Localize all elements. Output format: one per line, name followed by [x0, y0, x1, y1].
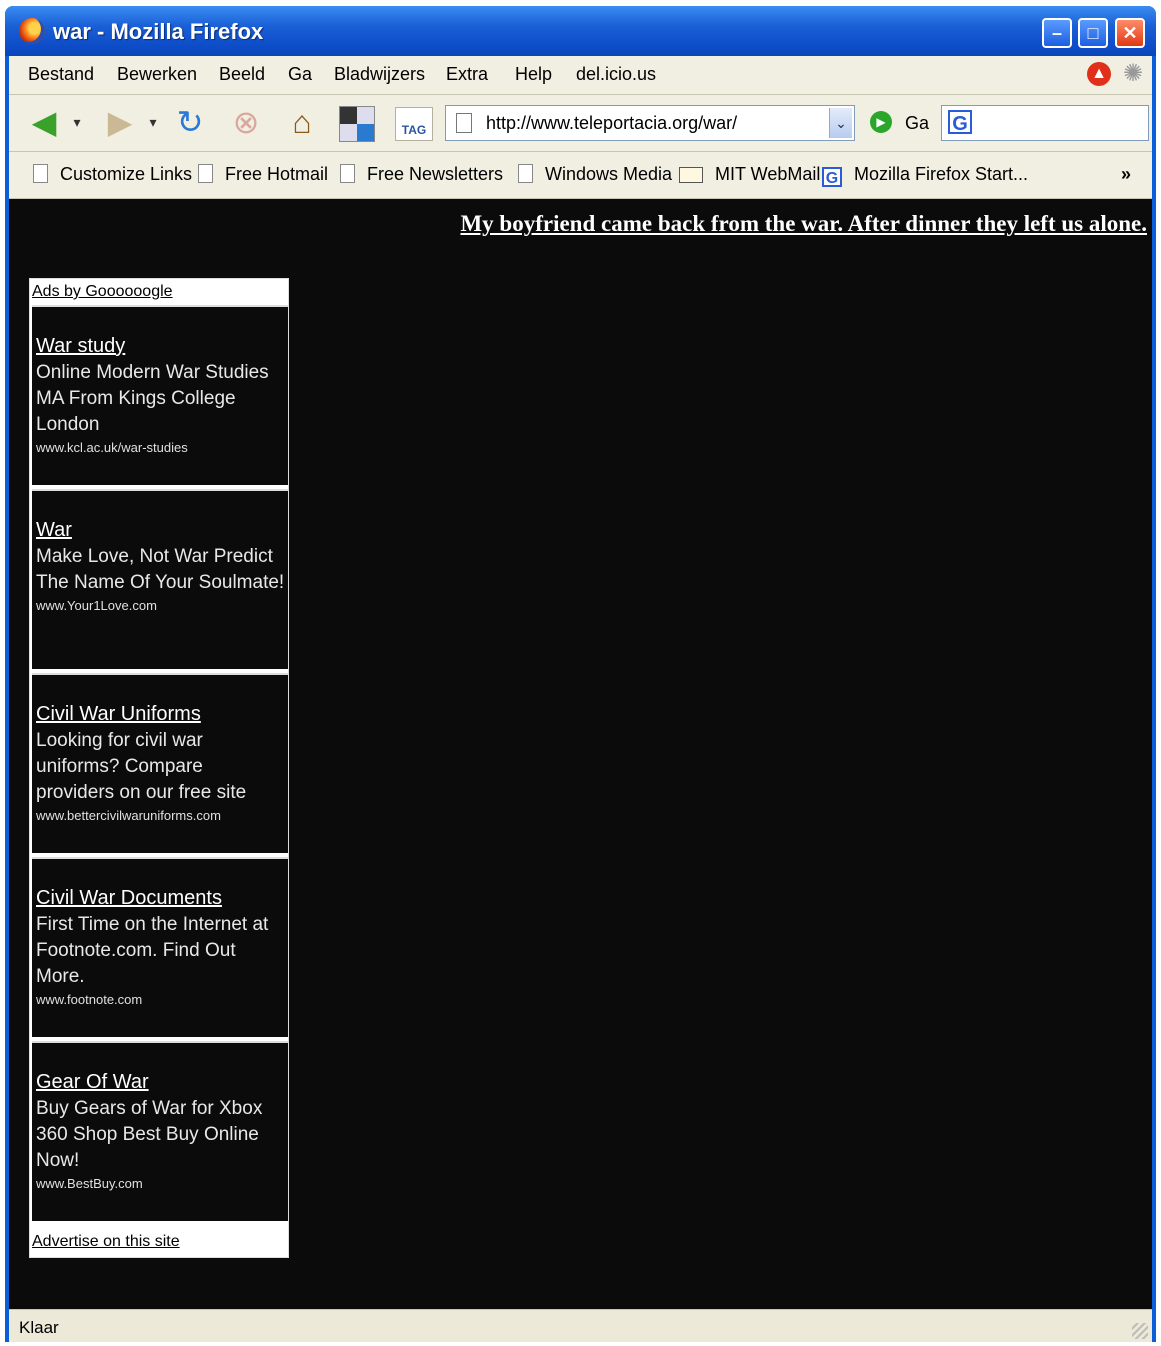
link-mit-webmail[interactable]: MIT WebMail — [679, 164, 820, 185]
link-free-hotmail[interactable]: Free Hotmail — [198, 164, 328, 185]
menu-bestand[interactable]: Bestand — [28, 64, 94, 85]
headline-link[interactable]: My boyfriend came back from the war. Aft… — [377, 211, 1147, 237]
back-dropdown-icon[interactable]: ▾ — [69, 103, 85, 141]
ad-title-link[interactable]: Civil War Uniforms — [36, 703, 286, 726]
page-icon — [340, 164, 355, 183]
menu-ga[interactable]: Ga — [288, 64, 312, 85]
menu-extra[interactable]: Extra — [446, 64, 488, 85]
status-bar: Klaar — [9, 1309, 1152, 1342]
forward-arrow-icon[interactable]: ▶ — [101, 103, 139, 141]
menu-bladwijzers[interactable]: Bladwijzers — [334, 64, 425, 85]
link-label: Customize Links — [60, 164, 193, 184]
home-icon[interactable]: ⌂ — [283, 103, 321, 141]
page-icon — [456, 113, 472, 133]
stop-icon[interactable]: ⊗ — [227, 103, 265, 141]
menu-bewerken[interactable]: Bewerken — [117, 64, 197, 85]
menu-delicious[interactable]: del.icio.us — [576, 64, 656, 85]
ad-item: Civil War Documents First Time on the In… — [32, 857, 288, 1037]
throbber-icon: ✺ — [1122, 60, 1144, 87]
minimize-button[interactable]: – — [1042, 18, 1072, 48]
firefox-logo-icon — [19, 18, 45, 44]
link-free-newsletters[interactable]: Free Newsletters — [340, 164, 503, 185]
ad-title-link[interactable]: War study — [36, 335, 286, 358]
ad-item: War study Online Modern War Studies MA F… — [32, 305, 288, 485]
ad-url[interactable]: www.BestBuy.com — [36, 1176, 286, 1191]
link-label: Free Hotmail — [225, 164, 329, 184]
url-text[interactable]: http://www.teleportacia.org/war/ — [486, 113, 737, 134]
ad-title-link[interactable]: Gear Of War — [36, 1071, 286, 1094]
menu-beeld[interactable]: Beeld — [219, 64, 265, 85]
google-icon: G — [822, 167, 842, 187]
ad-panel: Ads by Goooooogle War study Online Moder… — [29, 278, 289, 1258]
browser-window: war - Mozilla Firefox – □ ✕ Bestand Bewe… — [5, 6, 1156, 1342]
close-button[interactable]: ✕ — [1115, 18, 1145, 48]
status-text: Klaar — [19, 1318, 59, 1337]
ad-body: Make Love, Not War Predict The Name Of Y… — [36, 546, 285, 593]
ad-item: Gear Of War Buy Gears of War for Xbox 36… — [32, 1041, 288, 1221]
ad-body: Online Modern War Studies MA From Kings … — [36, 362, 269, 435]
links-overflow-chevron[interactable]: » — [1121, 164, 1131, 185]
ad-title-link[interactable]: Civil War Documents — [36, 887, 286, 910]
link-label: Windows Media — [545, 164, 673, 184]
url-dropdown-icon[interactable]: ⌄ — [829, 108, 852, 138]
ads-by-link[interactable]: Ads by Goooooogle — [32, 283, 173, 301]
mail-icon — [679, 167, 703, 183]
go-button[interactable]: Ga — [905, 113, 929, 134]
menu-bar: Bestand Bewerken Beeld Ga Bladwijzers Ex… — [9, 56, 1152, 95]
ad-body: Buy Gears of War for Xbox 360 Shop Best … — [36, 1098, 263, 1171]
alert-icon[interactable]: ▲ — [1087, 62, 1111, 86]
reload-icon[interactable]: ↻ — [171, 103, 209, 141]
menu-help[interactable]: Help — [515, 64, 552, 85]
browser-client: Bestand Bewerken Beeld Ga Bladwijzers Ex… — [9, 56, 1152, 1342]
links-toolbar: Customize Links Free Hotmail Free Newsle… — [9, 152, 1152, 199]
ad-url[interactable]: www.footnote.com — [36, 992, 286, 1007]
link-windows-media[interactable]: Windows Media — [518, 164, 672, 185]
ad-url[interactable]: www.kcl.ac.uk/war-studies — [36, 440, 286, 455]
advertise-link[interactable]: Advertise on this site — [32, 1233, 180, 1251]
go-arrow-icon[interactable]: ▶ — [870, 111, 892, 133]
forward-dropdown-icon[interactable]: ▾ — [145, 103, 161, 141]
page-icon — [518, 164, 533, 183]
link-label: MIT WebMail — [715, 164, 821, 184]
ad-item: War Make Love, Not War Predict The Name … — [32, 489, 288, 669]
link-customize-links[interactable]: Customize Links — [33, 164, 192, 185]
ad-item: Civil War Uniforms Looking for civil war… — [32, 673, 288, 853]
ad-url[interactable]: www.Your1Love.com — [36, 598, 286, 613]
window-title: war - Mozilla Firefox — [53, 19, 264, 44]
resize-grip-icon[interactable] — [1132, 1323, 1148, 1339]
ad-url[interactable]: www.bettercivilwaruniforms.com — [36, 808, 286, 823]
title-bar: war - Mozilla Firefox – □ ✕ — [5, 6, 1156, 56]
bookmark-grid-icon[interactable] — [339, 106, 375, 142]
google-search-icon[interactable]: G — [948, 110, 972, 135]
tag-button[interactable]: TAG — [395, 107, 433, 141]
link-label: Mozilla Firefox Start... — [854, 164, 1029, 184]
back-arrow-icon[interactable]: ◀ — [25, 103, 63, 141]
ad-title-link[interactable]: War — [36, 519, 286, 542]
search-input[interactable]: G — [941, 105, 1149, 141]
link-label: Free Newsletters — [367, 164, 504, 184]
navigation-toolbar: ◀ ▾ ▶ ▾ ↻ ⊗ ⌂ TAG http://www.teleportaci… — [9, 95, 1152, 152]
page-icon — [198, 164, 213, 183]
link-mozilla-firefox-start[interactable]: G Mozilla Firefox Start... — [822, 164, 1028, 187]
maximize-button[interactable]: □ — [1078, 18, 1108, 48]
ad-body: Looking for civil war uniforms? Compare … — [36, 730, 247, 803]
ad-body: First Time on the Internet at Footnote.c… — [36, 914, 269, 987]
page-content: My boyfriend came back from the war. Aft… — [9, 199, 1152, 1309]
url-bar[interactable]: http://www.teleportacia.org/war/ ⌄ — [445, 105, 855, 141]
page-icon — [33, 164, 48, 183]
